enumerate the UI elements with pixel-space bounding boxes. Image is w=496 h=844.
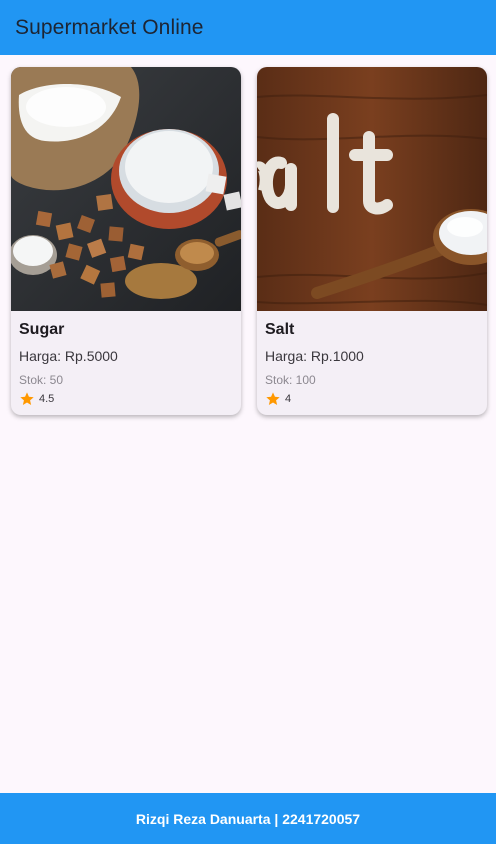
product-rating: 4 [265, 391, 291, 407]
product-grid: Sugar Harga: Rp.5000 Stok: 50 4.5 Salt H… [0, 55, 496, 793]
product-stock: Stok: 100 [265, 373, 316, 387]
salt-product-image [257, 67, 487, 311]
product-name: Sugar [19, 321, 65, 338]
product-name: Salt [265, 321, 295, 338]
product-card-sugar[interactable]: Sugar Harga: Rp.5000 Stok: 50 4.5 [11, 67, 241, 415]
product-price: Harga: Rp.1000 [265, 348, 364, 364]
app-title: Supermarket Online [15, 15, 204, 39]
rating-value: 4 [285, 393, 292, 405]
sugar-product-image [11, 67, 241, 311]
footer-bar: Rizqi Reza Danuarta | 2241720057 [0, 793, 496, 844]
rating-value: 4.5 [39, 393, 55, 405]
product-rating: 4.5 [19, 391, 54, 407]
product-card-salt[interactable]: Salt Harga: Rp.1000 Stok: 100 4 [257, 67, 487, 415]
app-bar: Supermarket Online [0, 0, 496, 55]
product-stock: Stok: 50 [19, 373, 64, 387]
star-icon [20, 392, 34, 405]
footer-credit: Rizqi Reza Danuarta | 2241720057 [135, 810, 361, 827]
star-icon [266, 392, 280, 405]
product-price: Harga: Rp.5000 [19, 348, 118, 364]
